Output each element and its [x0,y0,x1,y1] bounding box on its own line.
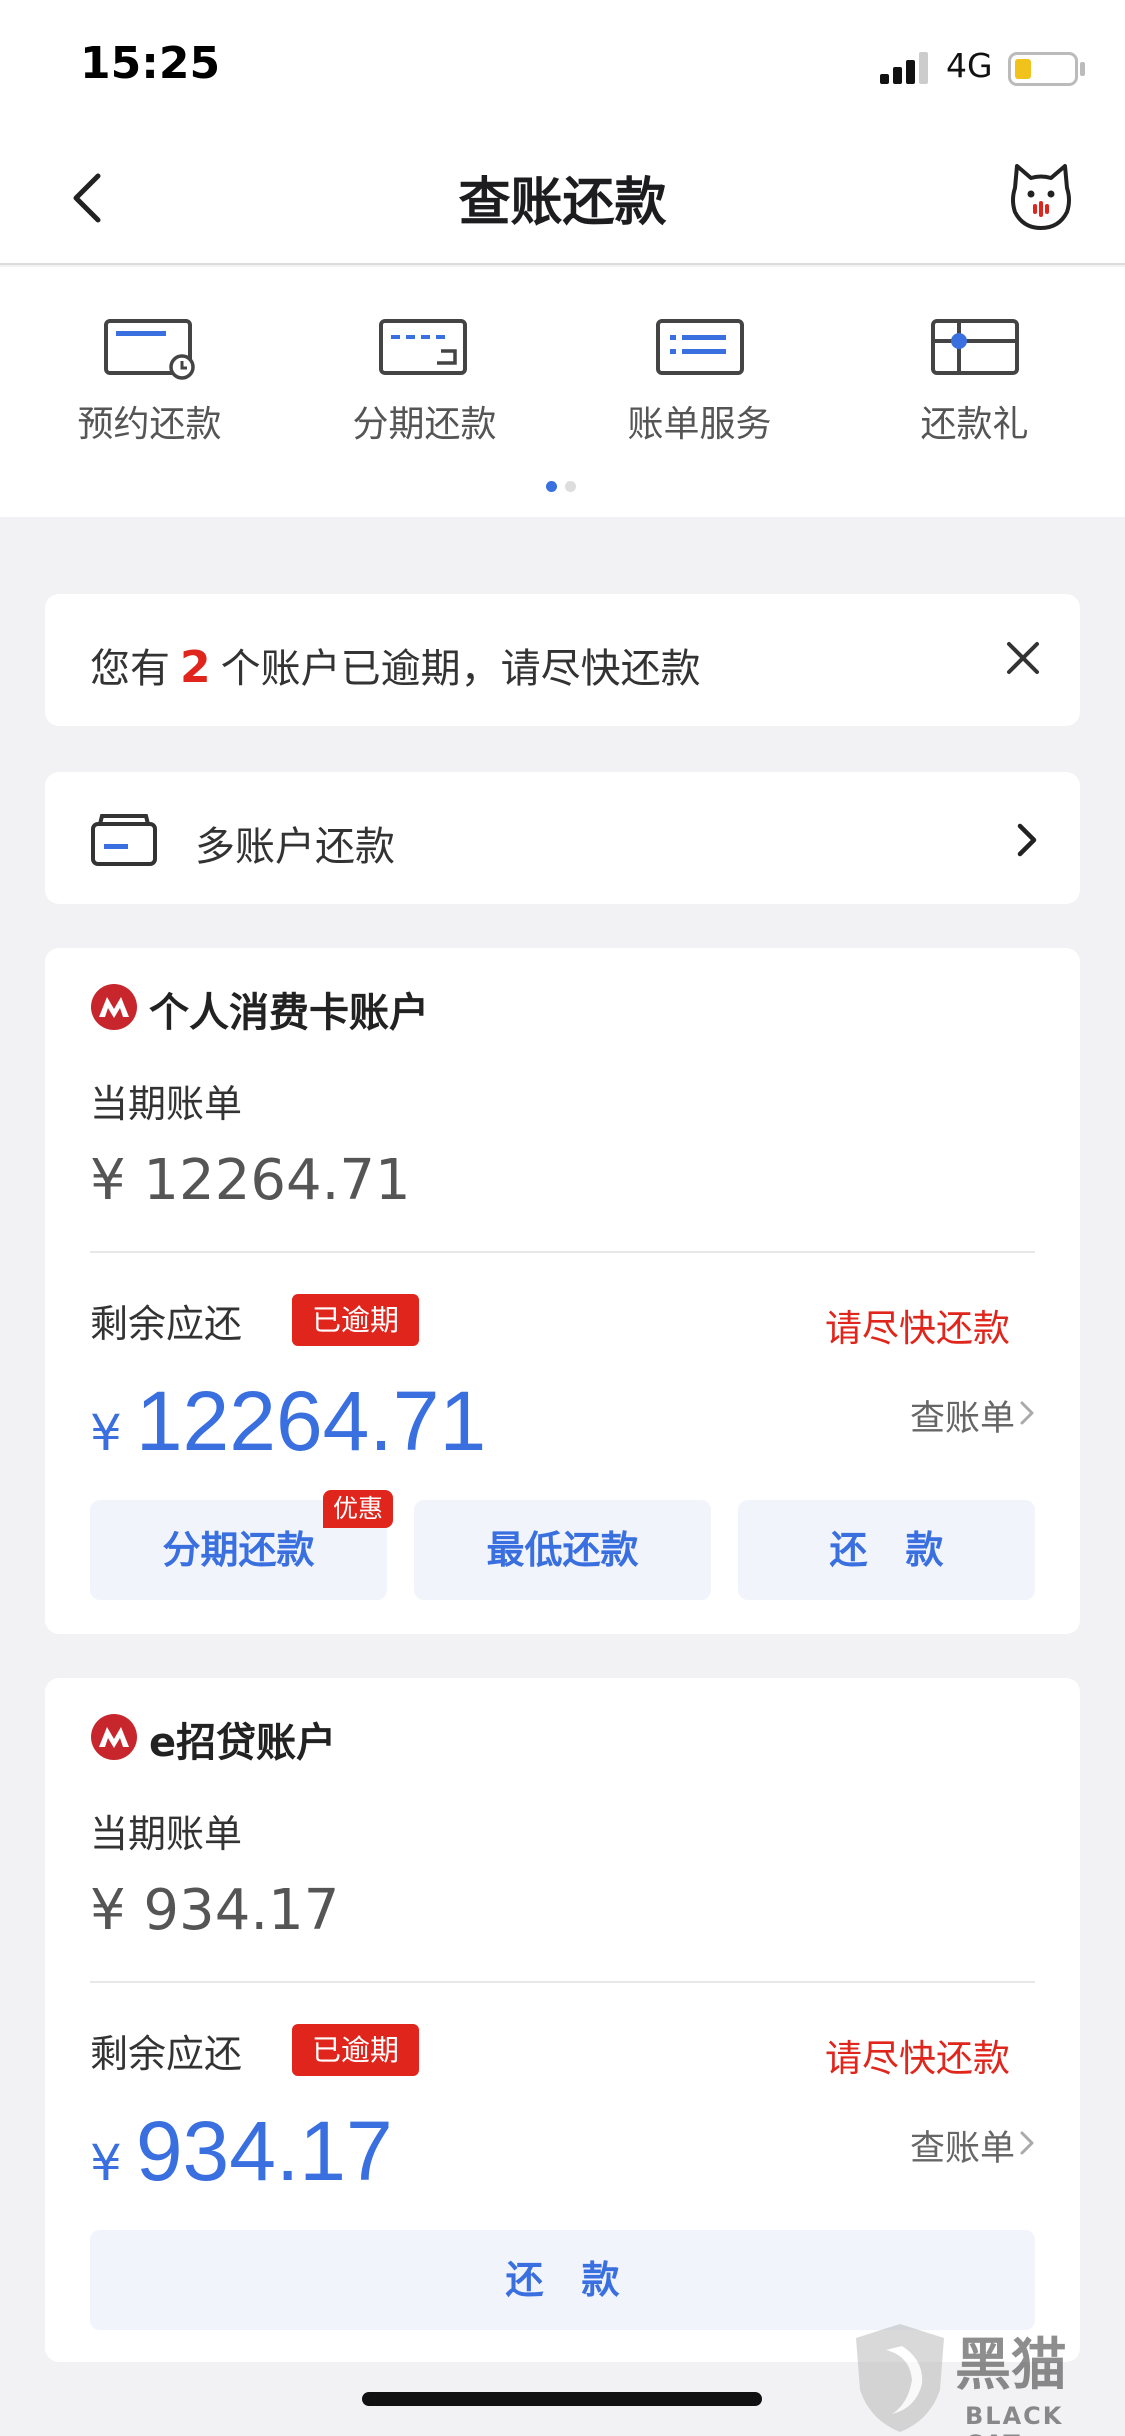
current-bill-label: 当期账单 [90,1082,243,1126]
divider [90,1251,1035,1253]
quick-action-repay-gift[interactable]: 还款礼 [837,317,1112,447]
overdue-notice: 您有 2 个账户已逾期，请尽快还款 [45,594,1080,726]
promo-badge: 优惠 [323,1490,394,1528]
gift-card-icon [930,319,1019,375]
minimum-repay-button[interactable]: 最低还款 [414,1500,711,1600]
quick-action-label: 分期还款 [352,404,497,445]
current-bill-amount: ¥ 12264.71 [90,1148,411,1213]
home-indicator [362,2392,762,2406]
current-bill-amount: ¥ 934.17 [90,1878,340,1943]
account-name: e招贷账户 [149,1720,337,1766]
chevron-right-icon [1020,2131,1034,2155]
overdue-badge: 已逾期 [292,2024,420,2076]
card-clock-icon [103,319,195,380]
page-indicator [546,477,584,496]
status-time: 15:25 [80,38,221,89]
status-bar: 15:25 4G [0,0,1125,130]
close-icon[interactable] [1001,636,1045,680]
urge-text: 请尽快还款 [825,1307,1010,1350]
quick-action-label: 账单服务 [627,404,772,445]
cmb-logo-icon [91,984,137,1030]
remaining-label: 剩余应还 [90,2032,243,2076]
account-name: 个人消费卡账户 [149,990,429,1036]
repay-button[interactable]: 还 款 [738,1500,1035,1600]
signal-icon [880,52,932,84]
chevron-right-icon [1017,823,1037,857]
account-card-consumer: 个人消费卡账户 当期账单 ¥ 12264.71 剩余应还 已逾期 请尽快还款 ¥… [45,948,1080,1634]
chevron-right-icon [1020,1401,1034,1425]
notice-text: 您有 2 个账户已逾期，请尽快还款 [90,642,701,693]
remaining-label: 剩余应还 [90,1302,243,1346]
bill-list-icon [655,319,744,375]
overdue-count: 2 [180,642,211,693]
wallet-card-icon [91,814,157,866]
divider [90,1981,1035,1983]
multi-account-repay-row[interactable]: 多账户还款 [45,772,1080,904]
remaining-amount: ¥12264.71 [90,1374,487,1468]
page-title: 查账还款 [458,173,667,233]
network-type: 4G [946,46,993,85]
multi-account-label: 多账户还款 [195,824,395,870]
view-bill-link[interactable]: 查账单 [910,2120,1015,2171]
watermark: 黑猫 BLACK CAT [850,2320,1125,2436]
quick-action-label: 还款礼 [920,404,1029,445]
nav-bar: 查账还款 [0,130,1125,265]
quick-action-installment[interactable]: 分期还款 [287,317,562,447]
overdue-badge: 已逾期 [292,1294,420,1346]
card-installment-icon [378,319,467,375]
cat-shield-logo-icon [856,2324,944,2432]
quick-action-bill-service[interactable]: 账单服务 [562,317,837,447]
customer-service-cat-icon[interactable] [1005,160,1077,232]
quick-action-scheduled-repay[interactable]: 预约还款 [12,317,287,447]
urge-text: 请尽快还款 [825,2037,1010,2080]
quick-action-label: 预约还款 [77,404,222,445]
current-bill-label: 当期账单 [90,1812,243,1856]
cmb-logo-icon [91,1714,137,1760]
quick-actions-bar: 预约还款 分期还款 账单服务 还款礼 [0,267,1125,517]
remaining-amount: ¥934.17 [90,2104,393,2198]
account-card-e-loan: e招贷账户 当期账单 ¥ 934.17 剩余应还 已逾期 请尽快还款 ¥934.… [45,1678,1080,2362]
view-bill-link[interactable]: 查账单 [910,1390,1015,1441]
battery-icon [1008,52,1078,86]
repay-button[interactable]: 还 款 [90,2230,1035,2330]
